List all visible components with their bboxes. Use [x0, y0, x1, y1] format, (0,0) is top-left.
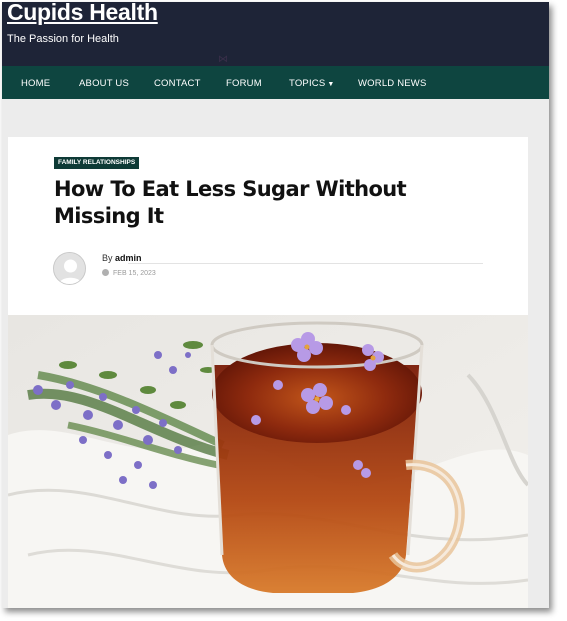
nav-topics[interactable]: TOPICS ▼ — [289, 78, 335, 89]
nav-home[interactable]: HOME — [21, 78, 50, 89]
caret-down-icon: ▼ — [327, 81, 335, 88]
user-silhouette-icon — [54, 253, 85, 284]
byline-divider — [128, 263, 483, 264]
header-decoration-icon: ⋈ — [218, 54, 228, 65]
featured-image — [8, 315, 528, 608]
article-header-card: FAMILY RELATIONSHIPS How To Eat Less Sug… — [8, 137, 528, 315]
post-date: FEB 15, 2023 — [102, 269, 156, 277]
author-byline: By admin — [102, 253, 142, 263]
clock-icon — [102, 269, 109, 276]
article-title: How To Eat Less Sugar Without Missing It — [54, 177, 407, 228]
nav-world-news[interactable]: WORLD NEWS — [358, 78, 427, 89]
byline-prefix: By — [102, 253, 113, 263]
author-avatar[interactable] — [53, 252, 86, 285]
main-navigation: HOME ABOUT US CONTACT FORUM TOPICS ▼ WORL… — [2, 66, 549, 99]
author-name-link[interactable]: admin — [115, 253, 142, 263]
post-date-text: FEB 15, 2023 — [113, 270, 156, 277]
site-tagline: The Passion for Health — [7, 33, 119, 45]
nav-forum[interactable]: FORUM — [226, 78, 262, 89]
nav-topics-label: TOPICS — [289, 78, 326, 89]
nav-about-us[interactable]: ABOUT US — [79, 78, 129, 89]
site-title-link[interactable]: Cupids Health — [7, 2, 158, 26]
site-header: Cupids Health The Passion for Health ⋈ — [2, 2, 549, 66]
herbal-tea-photo — [8, 315, 528, 608]
category-badge[interactable]: FAMILY RELATIONSHIPS — [54, 157, 140, 169]
nav-contact[interactable]: CONTACT — [154, 78, 201, 89]
browser-frame: Cupids Health The Passion for Health ⋈ H… — [2, 2, 549, 608]
